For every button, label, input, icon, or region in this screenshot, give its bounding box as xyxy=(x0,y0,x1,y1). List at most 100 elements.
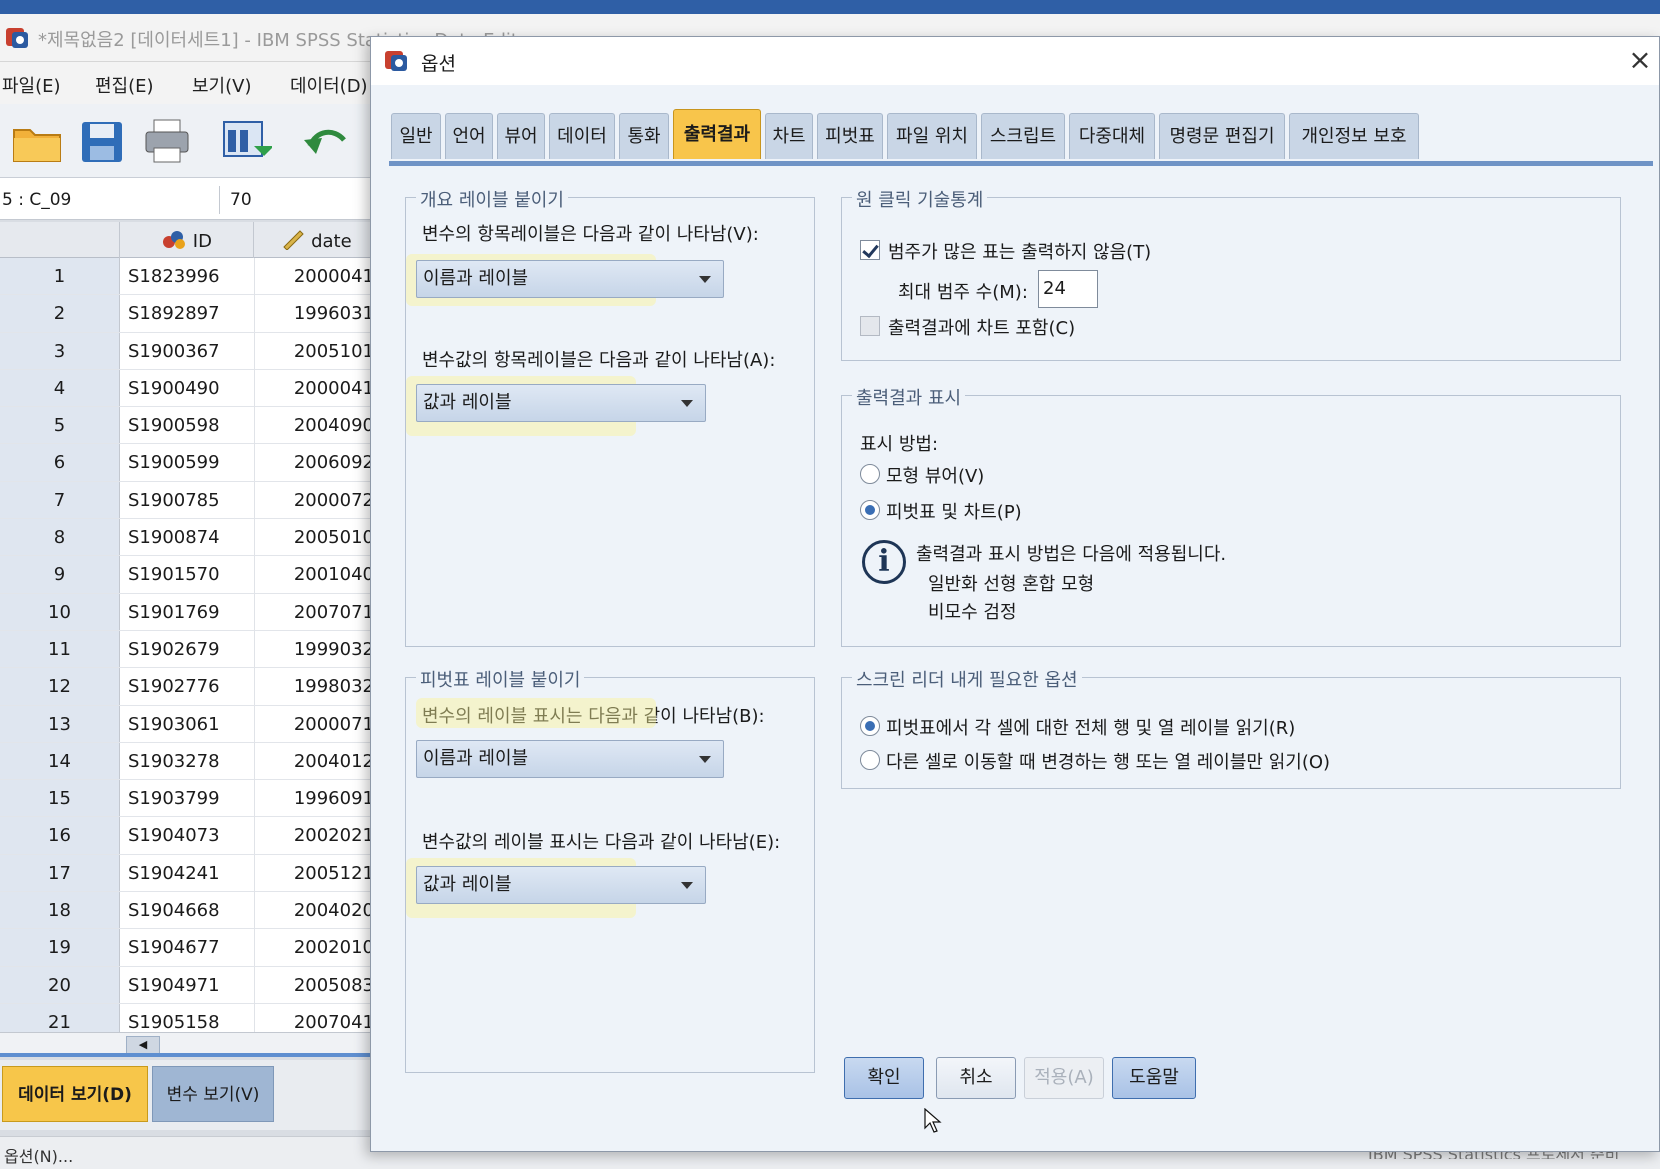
menu-view[interactable]: 보기(V) xyxy=(192,72,251,98)
cell-date[interactable]: 2000041 xyxy=(254,369,374,407)
cell-id[interactable]: S1900490 xyxy=(128,370,220,407)
table-row[interactable]: 18 S1904668 2004020 xyxy=(0,892,380,930)
cell-id[interactable]: S1902679 xyxy=(128,631,220,668)
row-number[interactable]: 8 xyxy=(0,519,120,556)
row-number[interactable]: 10 xyxy=(0,593,120,630)
include-chart-checkbox[interactable] xyxy=(860,316,880,336)
cell-id[interactable]: S1901570 xyxy=(128,556,220,593)
cell-id[interactable]: S1823996 xyxy=(128,258,220,295)
cell-id[interactable]: S1904668 xyxy=(128,892,220,929)
pivot-var-dropdown[interactable]: 이름과 레이블 xyxy=(416,740,724,778)
row-number[interactable]: 3 xyxy=(0,332,120,369)
max-categories-input[interactable]: 24 xyxy=(1038,270,1098,308)
cell-id[interactable]: S1900785 xyxy=(128,482,220,519)
tab-data-view[interactable]: 데이터 보기(D) xyxy=(2,1066,148,1122)
table-row[interactable]: 10 S1901769 2007071 xyxy=(0,593,380,631)
tab-pivot-tables[interactable]: 피벗표 xyxy=(817,113,883,159)
tab-currency[interactable]: 통화 xyxy=(619,113,669,159)
undo-icon[interactable] xyxy=(300,116,354,166)
table-row[interactable]: 1 S1823996 2000041 xyxy=(0,258,380,296)
tab-file-locations[interactable]: 파일 위치 xyxy=(887,113,977,159)
suppress-tables-checkbox[interactable] xyxy=(860,240,880,260)
tab-scripts[interactable]: 스크립트 xyxy=(981,113,1065,159)
table-row[interactable]: 6 S1900599 2006092 xyxy=(0,444,380,482)
row-number[interactable]: 7 xyxy=(0,481,120,519)
read-full-labels-radio[interactable] xyxy=(860,716,880,736)
table-row[interactable]: 3 S1900367 2005101 xyxy=(0,332,380,370)
cell-date[interactable]: 2002010 xyxy=(254,929,374,967)
row-number[interactable]: 13 xyxy=(0,705,120,742)
row-number[interactable]: 6 xyxy=(0,444,120,481)
row-number[interactable]: 4 xyxy=(0,369,120,407)
menu-data[interactable]: 데이터(D) xyxy=(290,72,368,98)
save-icon[interactable] xyxy=(76,116,130,166)
row-number[interactable]: 17 xyxy=(0,854,120,892)
cell-date[interactable]: 2002021 xyxy=(254,817,374,855)
cell-date[interactable]: 2000041 xyxy=(254,258,374,295)
row-number[interactable]: 12 xyxy=(0,668,120,705)
tab-general[interactable]: 일반 xyxy=(391,113,441,159)
cell-date[interactable]: 1999032 xyxy=(254,630,374,668)
table-row[interactable]: 9 S1901570 2001040 xyxy=(0,556,380,594)
horizontal-scrollbar[interactable]: ◀ xyxy=(0,1032,380,1057)
row-number[interactable]: 18 xyxy=(0,892,120,929)
cell-date[interactable]: 2005010 xyxy=(254,519,374,557)
cell-date[interactable]: 2005101 xyxy=(254,332,374,370)
tab-charts[interactable]: 차트 xyxy=(765,113,813,159)
menu-file[interactable]: 파일(E) xyxy=(2,72,61,98)
help-button[interactable]: 도움말 xyxy=(1112,1057,1196,1099)
cell-date[interactable]: 1996031 xyxy=(254,295,374,333)
cell-id[interactable]: S1903799 xyxy=(128,780,220,817)
cell-id[interactable]: S1905158 xyxy=(128,1004,220,1032)
cell-id[interactable]: S1901769 xyxy=(128,594,220,631)
cell-id[interactable]: S1904073 xyxy=(128,817,220,854)
cell-id[interactable]: S1903278 xyxy=(128,743,220,780)
table-row[interactable]: 4 S1900490 2000041 xyxy=(0,369,380,408)
ok-button[interactable]: 확인 xyxy=(844,1057,924,1099)
table-row[interactable]: 7 S1900785 2000072 xyxy=(0,481,380,520)
cell-date[interactable]: 2006092 xyxy=(254,444,374,482)
menu-edit[interactable]: 편집(E) xyxy=(95,72,154,98)
model-viewer-radio[interactable] xyxy=(860,464,880,484)
table-row[interactable]: 16 S1904073 2002021 xyxy=(0,817,380,855)
cell-date[interactable]: 2004090 xyxy=(254,407,374,445)
open-folder-icon[interactable] xyxy=(10,116,64,166)
cell-id[interactable]: S1904971 xyxy=(128,967,220,1004)
table-row[interactable]: 5 S1900598 2004090 xyxy=(0,407,380,445)
row-number[interactable]: 20 xyxy=(0,966,120,1003)
table-row[interactable]: 17 S1904241 2005121 xyxy=(0,854,380,893)
tab-data[interactable]: 데이터 xyxy=(549,113,615,159)
table-row[interactable]: 14 S1903278 2004012 xyxy=(0,742,380,781)
cell-date[interactable]: 2001040 xyxy=(254,556,374,594)
row-number[interactable]: 15 xyxy=(0,780,120,817)
table-row[interactable]: 13 S1903061 2000071 xyxy=(0,705,380,743)
row-number[interactable]: 9 xyxy=(0,556,120,593)
row-number[interactable]: 14 xyxy=(0,742,120,780)
tab-language[interactable]: 언어 xyxy=(445,113,493,159)
outline-var-dropdown[interactable]: 이름과 레이블 xyxy=(416,260,724,298)
row-number[interactable]: 5 xyxy=(0,407,120,444)
apply-button[interactable]: 적용(A) xyxy=(1024,1057,1104,1099)
cell-date[interactable]: 2004020 xyxy=(254,892,374,930)
pivot-val-dropdown[interactable]: 값과 레이블 xyxy=(416,866,706,904)
cancel-button[interactable]: 취소 xyxy=(936,1057,1016,1099)
cell-date[interactable]: 2007041 xyxy=(254,1003,374,1032)
table-row[interactable]: 20 S1904971 2005083 xyxy=(0,966,380,1004)
cell-date[interactable]: 1996091 xyxy=(254,780,374,818)
cell-id[interactable]: S1903061 xyxy=(128,706,220,743)
row-number[interactable]: 1 xyxy=(0,258,120,295)
cell-id[interactable]: S1902776 xyxy=(128,668,220,705)
row-number[interactable]: 2 xyxy=(0,295,120,332)
read-changed-labels-radio[interactable] xyxy=(860,750,880,770)
cell-date[interactable]: 2000071 xyxy=(254,705,374,743)
cell-id[interactable]: S1904241 xyxy=(128,855,220,892)
tab-viewer[interactable]: 뷰어 xyxy=(497,113,545,159)
tab-multiple-imputations[interactable]: 다중대체 xyxy=(1069,113,1155,159)
cell-value-field[interactable]: 70 xyxy=(230,186,252,214)
table-row[interactable]: 21 S1905158 2007041 xyxy=(0,1003,380,1032)
table-row[interactable]: 2 S1892897 1996031 xyxy=(0,295,380,333)
cell-id[interactable]: S1900599 xyxy=(128,444,220,481)
cell-date[interactable]: 2005083 xyxy=(254,966,374,1004)
row-number[interactable]: 21 xyxy=(0,1003,120,1032)
cell-id[interactable]: S1900367 xyxy=(128,333,220,370)
